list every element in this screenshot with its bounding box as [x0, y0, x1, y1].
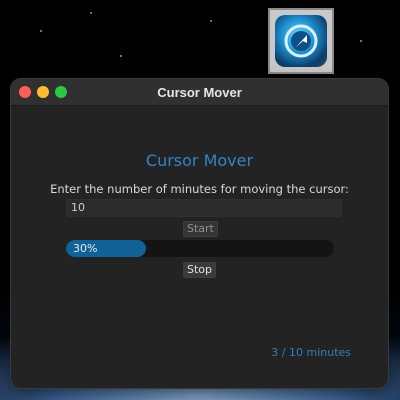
star	[90, 12, 92, 14]
app-heading: Cursor Mover	[145, 151, 254, 170]
start-button[interactable]: Start	[183, 221, 218, 237]
close-window-button[interactable]	[19, 86, 31, 98]
app-window: Cursor Mover Cursor Mover Enter the numb…	[11, 79, 388, 388]
stop-button[interactable]: Stop	[183, 262, 217, 278]
minutes-prompt: Enter the number of minutes for moving t…	[50, 182, 349, 196]
minimize-window-button[interactable]	[37, 86, 49, 98]
title-bar[interactable]: Cursor Mover	[11, 79, 388, 106]
star	[360, 40, 362, 42]
status-text: 3 / 10 minutes	[271, 346, 351, 359]
app-dock-icon[interactable]	[268, 8, 334, 74]
cursor-app-icon	[275, 15, 327, 67]
progress-bar: 30%	[66, 240, 334, 257]
window-title: Cursor Mover	[157, 84, 242, 100]
star	[210, 20, 212, 22]
minutes-input[interactable]: 10	[66, 199, 342, 217]
maximize-window-button[interactable]	[55, 86, 67, 98]
star	[40, 30, 42, 32]
star	[120, 55, 122, 57]
progress-label: 30%	[73, 242, 98, 255]
